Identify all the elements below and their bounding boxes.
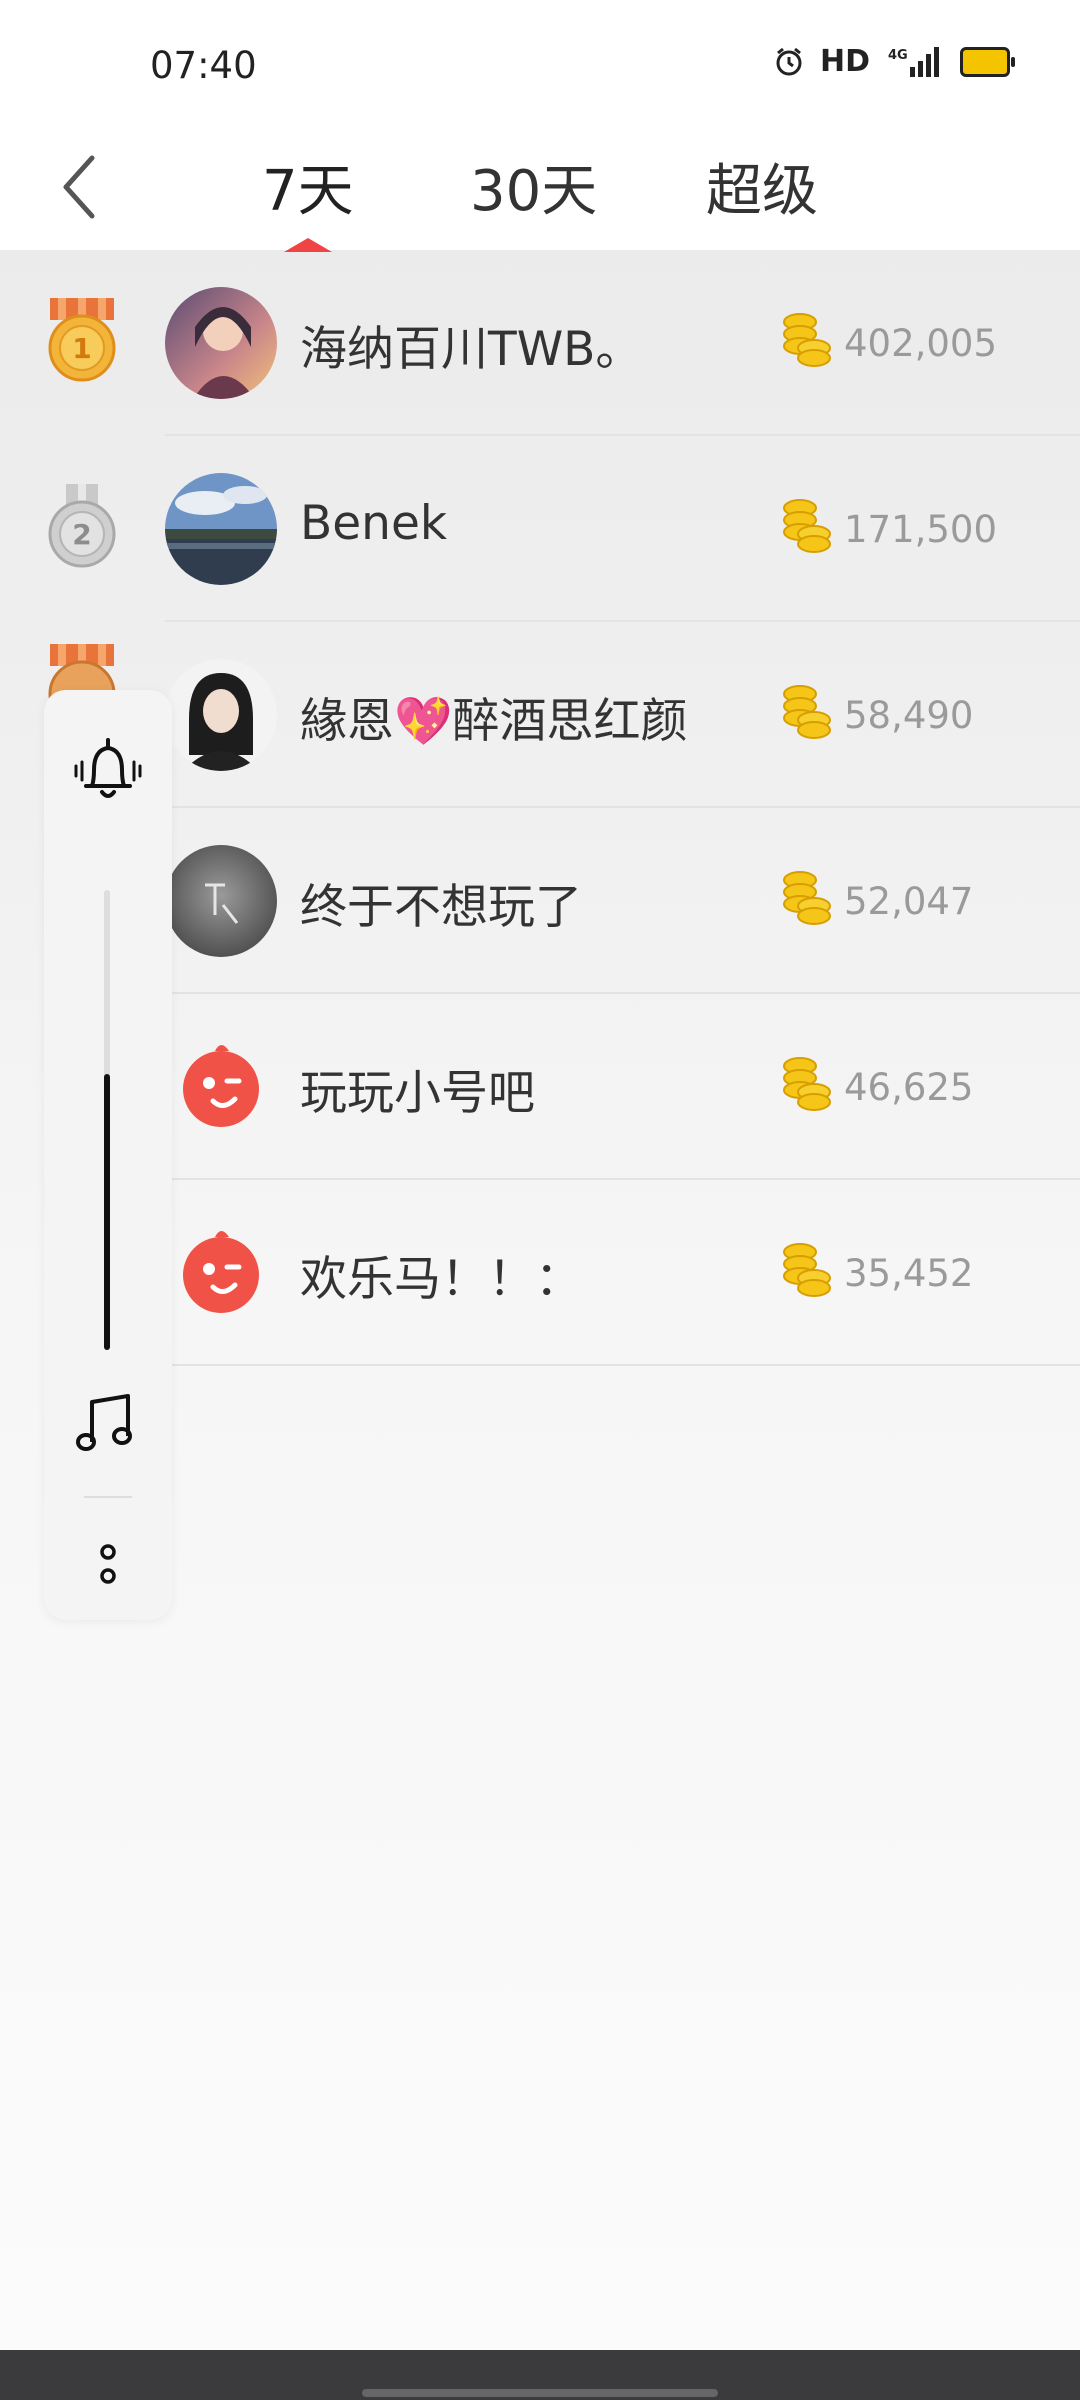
coin-amount: 46,625 bbox=[844, 1066, 974, 1109]
status-time: 07:40 bbox=[150, 44, 257, 87]
avatar[interactable] bbox=[165, 659, 277, 771]
avatar[interactable] bbox=[165, 1217, 277, 1329]
bell-icon[interactable] bbox=[70, 730, 146, 810]
leaderboard-row[interactable]: 1 海纳百川TWB。 402,005 bbox=[0, 250, 1080, 436]
hd-indicator: HD bbox=[819, 44, 870, 79]
status-bar: 07:40 HD 4G bbox=[0, 0, 1080, 130]
alarm-icon bbox=[776, 47, 802, 75]
user-name: 欢乐马！！： bbox=[300, 1252, 582, 1307]
user-name: 玩玩小号吧 bbox=[300, 1066, 535, 1121]
system-nav-bar bbox=[0, 2350, 1080, 2400]
status-icons: HD 4G bbox=[774, 44, 1015, 79]
coin-stack-icon bbox=[783, 499, 831, 553]
row-divider bbox=[165, 1364, 1080, 1366]
panel-divider bbox=[84, 1496, 132, 1498]
back-chevron-icon[interactable] bbox=[56, 152, 106, 222]
coin-stack-icon bbox=[783, 1243, 831, 1297]
volume-slider-fill bbox=[104, 1074, 110, 1350]
avatar[interactable] bbox=[165, 845, 277, 957]
user-name: 海纳百川TWB。 bbox=[300, 322, 643, 377]
svg-text:2: 2 bbox=[72, 518, 91, 551]
coin-amount: 171,500 bbox=[844, 508, 998, 551]
home-gesture-handle[interactable] bbox=[362, 2389, 718, 2397]
coin-amount: 35,452 bbox=[844, 1252, 974, 1295]
coin-amount: 52,047 bbox=[844, 880, 974, 923]
silver-medal-icon: 2 bbox=[48, 484, 116, 568]
more-dots-icon[interactable] bbox=[94, 1540, 122, 1590]
coin-stack-icon bbox=[783, 313, 831, 367]
coin-amount: 402,005 bbox=[844, 322, 998, 365]
gold-medal-icon: 1 bbox=[48, 298, 116, 382]
volume-slider[interactable] bbox=[104, 890, 110, 1350]
floating-side-panel bbox=[44, 690, 172, 1620]
user-name: Benek bbox=[300, 496, 448, 551]
tab-30-days[interactable]: 30天 bbox=[470, 146, 597, 227]
svg-text:1: 1 bbox=[72, 332, 91, 365]
tab-7-days[interactable]: 7天 bbox=[262, 146, 354, 227]
svg-text:4G: 4G bbox=[888, 48, 908, 63]
user-name: 终于不想玩了 bbox=[300, 880, 582, 935]
battery-icon bbox=[960, 46, 1015, 77]
coin-stack-icon bbox=[783, 871, 831, 925]
user-name: 緣恩💖醉酒思红颜 bbox=[300, 694, 688, 749]
coin-stack-icon bbox=[783, 1057, 831, 1111]
avatar[interactable] bbox=[165, 473, 277, 585]
coin-amount: 58,490 bbox=[844, 694, 974, 737]
music-note-icon[interactable] bbox=[74, 1390, 140, 1456]
avatar[interactable] bbox=[165, 1031, 277, 1143]
signal-icon: 4G bbox=[888, 46, 939, 77]
header: 7天 30天 超级 bbox=[0, 130, 1080, 252]
leaderboard-row[interactable]: 2 Benek 171,500 bbox=[0, 436, 1080, 622]
avatar[interactable] bbox=[165, 287, 277, 399]
tab-super[interactable]: 超级 bbox=[706, 146, 818, 227]
coin-stack-icon bbox=[783, 685, 831, 739]
